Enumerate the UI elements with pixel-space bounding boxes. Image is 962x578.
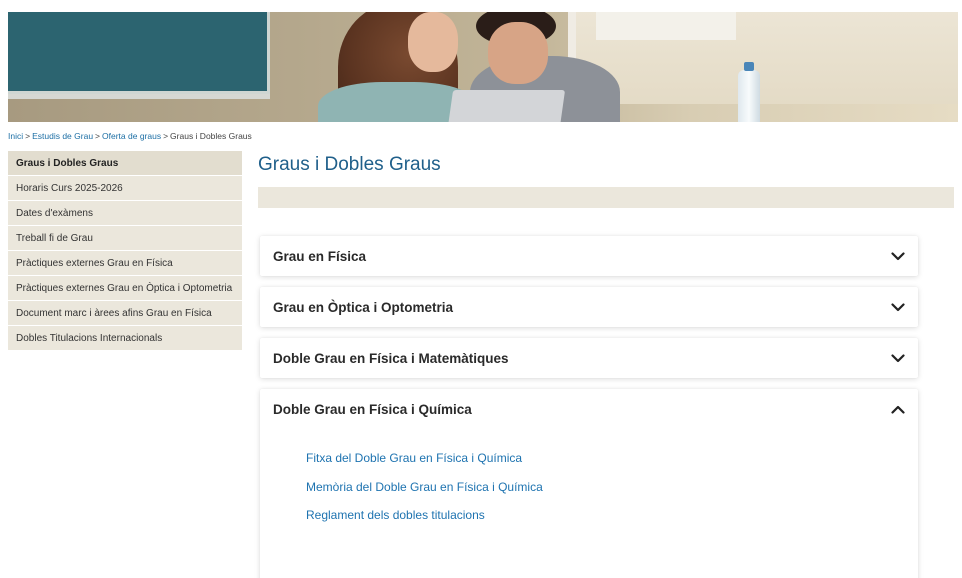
accordion-doble-fisica-quimica: Doble Grau en Física i Química Fitxa del… (260, 389, 918, 578)
link-memoria-doble-grau[interactable]: Memòria del Doble Grau en Física i Quími… (306, 480, 918, 509)
accordion-grau-fisica: Grau en Física (260, 236, 918, 276)
chevron-up-icon[interactable] (890, 401, 906, 417)
sidebar-item-graus-i-dobles-graus[interactable]: Graus i Dobles Graus (8, 151, 242, 176)
page-title: Graus i Dobles Graus (258, 154, 441, 175)
sidebar-item-dates-examens[interactable]: Dates d'exàmens (8, 201, 242, 226)
accordion-panel-links: Fitxa del Doble Grau en Física i Química… (260, 429, 918, 537)
accordion-title: Doble Grau en Física i Química (273, 401, 472, 417)
window (568, 12, 958, 104)
chevron-down-icon[interactable] (890, 248, 906, 264)
water-bottle (738, 62, 760, 122)
accordion-grau-optica: Grau en Òptica i Optometria (260, 287, 918, 327)
breadcrumb-current: Graus i Dobles Graus (170, 131, 252, 141)
accordion-header-doble-fisica-quimica[interactable]: Doble Grau en Física i Química (260, 389, 918, 429)
breadcrumb: Inici > Estudis de Grau > Oferta de graus > Gr… (8, 131, 252, 141)
laptop (446, 90, 566, 122)
breadcrumb-oferta-de-graus[interactable]: Oferta de graus (102, 131, 161, 141)
link-reglament-dobles-titulacions[interactable]: Reglament dels dobles titulacions (306, 508, 918, 537)
sidebar-item-document-marc[interactable]: Document marc i àrees afins Grau en Físi… (8, 301, 242, 326)
header-banner-image (8, 12, 958, 122)
intro-bar (258, 187, 954, 208)
sidebar-item-practiques-fisica[interactable]: Pràctiques externes Grau en Física (8, 251, 242, 276)
accordion-header-grau-optica[interactable]: Grau en Òptica i Optometria (260, 287, 918, 327)
chevron-down-icon[interactable] (890, 350, 906, 366)
accordion-header-doble-fisica-matematiques[interactable]: Doble Grau en Física i Matemàtiques (260, 338, 918, 378)
sidebar-item-practiques-optica[interactable]: Pràctiques externes Grau en Òptica i Opt… (8, 276, 242, 301)
accordion-title: Grau en Física (273, 248, 367, 264)
sidebar-nav: Graus i Dobles Graus Horaris Curs 2025-2… (8, 151, 242, 351)
sidebar-item-treball-fi-de-grau[interactable]: Treball fi de Grau (8, 226, 242, 251)
accordion-title: Grau en Òptica i Optometria (273, 299, 454, 315)
accordion-header-grau-fisica[interactable]: Grau en Física (260, 236, 918, 276)
chevron-down-icon[interactable] (890, 299, 906, 315)
chalkboard (8, 12, 270, 99)
link-fitxa-doble-grau[interactable]: Fitxa del Doble Grau en Física i Química (306, 451, 918, 480)
sidebar-item-horaris[interactable]: Horaris Curs 2025-2026 (8, 176, 242, 201)
breadcrumb-estudis-de-grau[interactable]: Estudis de Grau (32, 131, 93, 141)
accordion-doble-fisica-matematiques: Doble Grau en Física i Matemàtiques (260, 338, 918, 378)
accordion-title: Doble Grau en Física i Matemàtiques (273, 350, 509, 366)
breadcrumb-inici[interactable]: Inici (8, 131, 23, 141)
sidebar-item-dobles-titulacions[interactable]: Dobles Titulacions Internacionals (8, 326, 242, 351)
